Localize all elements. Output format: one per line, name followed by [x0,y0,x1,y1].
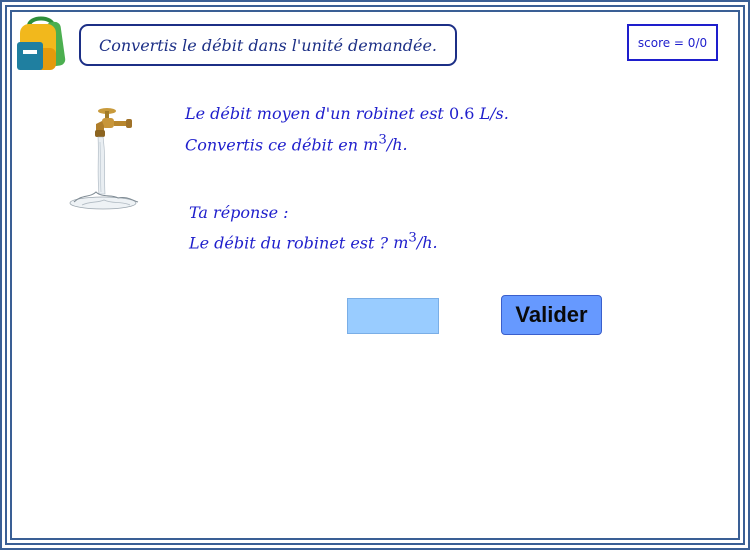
answer-unit-suffix: /h. [416,233,438,253]
target-unit-base: m [363,135,379,155]
answer-label: Ta réponse : [189,203,289,222]
score-label: score = 0/0 [637,35,708,50]
answer-unit: m3/h. [393,231,438,253]
instruction-box: Convertis le débit dans l'unité demandée… [79,24,457,66]
question-line-2-prefix: Convertis ce débit en [185,135,359,155]
question-line-1: Le débit moyen d'un robinet est 0.6 L/s. [185,104,509,123]
target-unit-exponent: 3 [378,133,387,148]
answer-unit-base: m [393,233,409,253]
question-line-1-prefix: Le débit moyen d'un robinet est [185,104,444,123]
target-unit-suffix: /h. [386,135,408,155]
answer-unit-exponent: 3 [408,231,417,246]
submit-button[interactable]: Valider [501,295,602,335]
flow-value: 0.6 [448,104,475,123]
flow-unit: L/s. [479,104,509,123]
inner-frame [10,10,740,540]
score-box: score = 0/0 [627,24,718,61]
answer-input[interactable] [347,298,439,334]
faucet-icon [69,108,139,210]
question-line-2: Convertis ce débit en m3/h. [185,133,408,154]
instruction-text: Convertis le débit dans l'unité demandée… [98,35,438,55]
answer-line-prefix: Le débit du robinet est ? [189,233,389,253]
backpack-icon [17,16,66,70]
answer-line: Le débit du robinet est ? m3/h. [189,231,438,252]
target-unit: m3/h. [363,133,408,155]
